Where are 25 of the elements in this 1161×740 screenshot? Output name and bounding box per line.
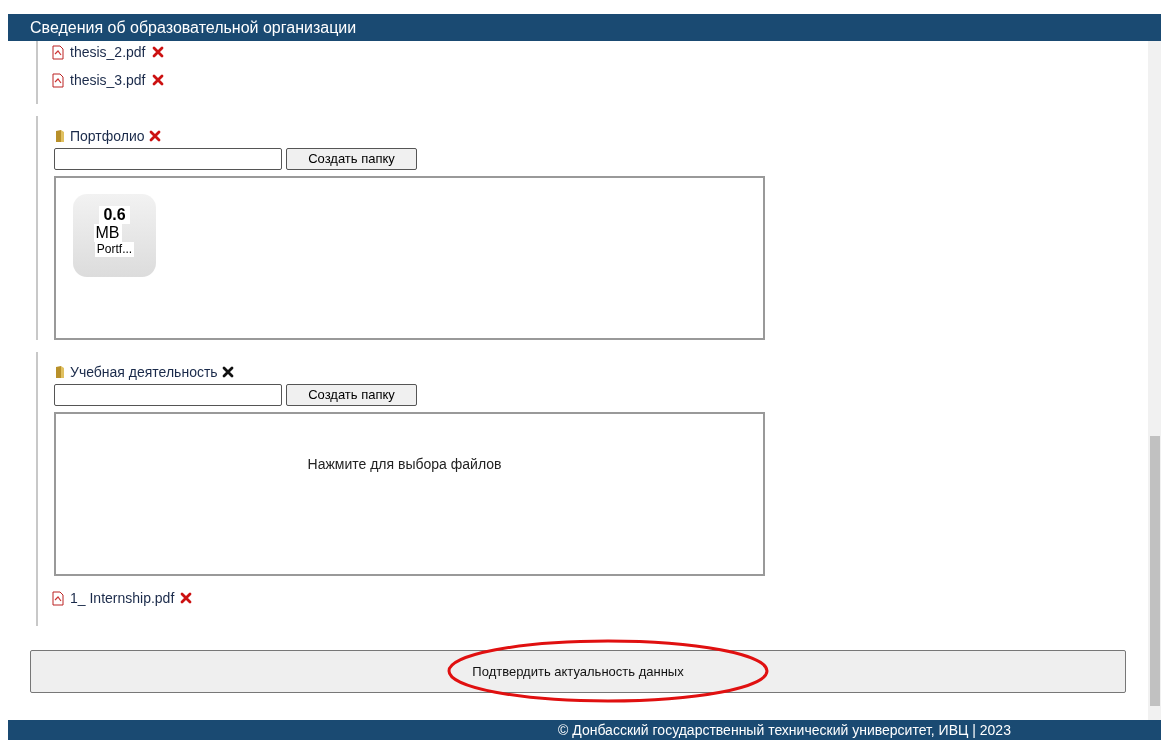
folder-name-field[interactable] — [54, 384, 282, 406]
folder-name[interactable]: Портфолио — [70, 125, 145, 147]
file-dropzone[interactable]: Нажмите для выбора файлов — [54, 412, 765, 576]
confirm-button[interactable]: Подтвердить актуальность данных — [30, 650, 1126, 693]
file-name: Portf... — [94, 242, 135, 257]
dropzone-prompt: Нажмите для выбора файлов — [307, 455, 502, 472]
file-name[interactable]: thesis_2.pdf — [70, 41, 146, 63]
file-tile[interactable]: 0.6 MB Portf... — [73, 194, 156, 277]
file-size-unit: MB — [93, 224, 122, 242]
folder-icon — [54, 365, 66, 379]
file-size: 0.6 — [99, 206, 130, 224]
folder-icon — [54, 129, 66, 143]
folder-name[interactable]: Учебная деятельность — [70, 361, 218, 383]
create-folder-button[interactable]: Создать папку — [286, 384, 417, 406]
file-dropzone[interactable]: 0.6 MB Portf... — [54, 176, 765, 340]
file-name[interactable]: thesis_3.pdf — [70, 69, 146, 91]
pdf-file-icon — [52, 590, 64, 606]
footer-text: © Донбасский государственный технический университет, ИВЦ | 2023 — [558, 720, 1011, 740]
folder-name-field[interactable] — [54, 148, 282, 170]
file-name[interactable]: 1_ Internship.pdf — [70, 587, 175, 609]
pdf-file-icon — [52, 44, 64, 60]
create-folder-button[interactable]: Создать папку — [286, 148, 417, 170]
pdf-file-icon — [52, 72, 64, 88]
header-title: Сведения об образовательной организации — [30, 17, 357, 38]
delete-icon[interactable] — [221, 366, 234, 378]
